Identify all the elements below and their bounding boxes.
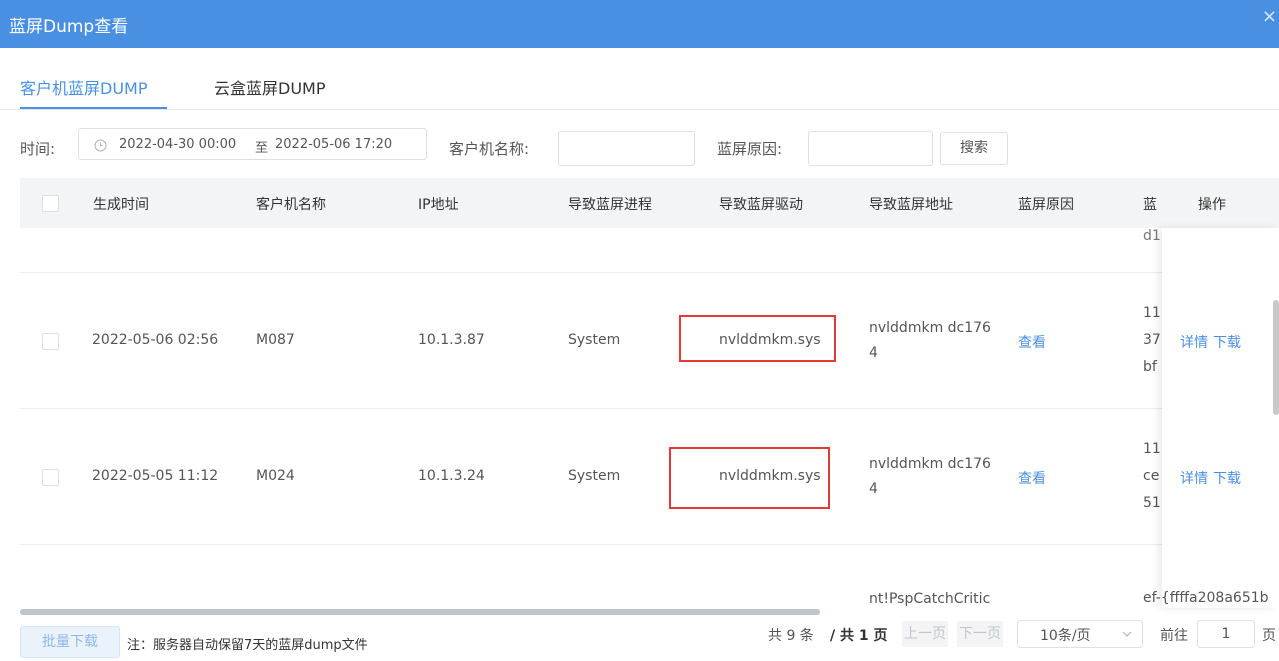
- cell-time: 2022-05-05 11:12: [92, 468, 219, 484]
- goto-page-input[interactable]: 1: [1197, 620, 1255, 648]
- reason-input[interactable]: [808, 131, 933, 166]
- col-client-name: 客户机名称: [256, 197, 326, 213]
- cell-client: M024: [256, 468, 295, 484]
- truncated-cell: d1: [1143, 228, 1161, 244]
- detail-link[interactable]: 详情: [1180, 332, 1208, 352]
- row-divider: [20, 272, 1162, 273]
- date-end: 2022-05-06 17:20: [275, 137, 393, 152]
- cell-time: 2022-05-06 02:56: [92, 332, 219, 348]
- cell-hash: ef-{ffffa208a651b: [1143, 590, 1269, 606]
- close-icon[interactable]: ×: [1262, 6, 1277, 27]
- date-range-picker[interactable]: 2022-04-30 00:00 至 2022-05-06 17:20: [78, 128, 427, 160]
- batch-download-button[interactable]: 批量下载: [20, 626, 120, 658]
- cell-truncated: ce: [1143, 468, 1160, 484]
- view-reason-link[interactable]: 查看: [1018, 332, 1046, 352]
- tab-client-dump[interactable]: 客户机蓝屏DUMP: [20, 75, 148, 99]
- cell-truncated: bf: [1143, 359, 1157, 375]
- cell-address: nvlddmkm dc176: [869, 456, 991, 472]
- cell-truncated: 37: [1143, 332, 1161, 348]
- fixed-actions-column: 详情 下载 详情 下载: [1162, 228, 1279, 608]
- cell-ip: 10.1.3.87: [418, 332, 485, 348]
- page-size-value: 10条/页: [1040, 628, 1091, 644]
- search-button[interactable]: 搜索: [940, 132, 1008, 165]
- time-label: 时间:: [20, 140, 56, 158]
- highlight-box: [679, 315, 836, 362]
- cell-address: nt!PspCatchCritic: [869, 591, 991, 607]
- title-bar: 蓝屏Dump查看 ×: [0, 0, 1279, 48]
- table-header: 生成时间 客户机名称 IP地址 导致蓝屏进程 导致蓝屏驱动 导致蓝屏地址 蓝屏原…: [20, 178, 1279, 228]
- tab-bar: 客户机蓝屏DUMP 云盒蓝屏DUMP: [0, 48, 1279, 110]
- cell-truncated: 51: [1143, 495, 1161, 511]
- cell-process: System: [568, 332, 621, 348]
- next-page-button[interactable]: 下一页: [957, 621, 1003, 647]
- total-count: 共 9 条: [768, 628, 814, 644]
- client-name-input[interactable]: [558, 131, 695, 166]
- view-reason-link[interactable]: 查看: [1018, 468, 1046, 488]
- tab-cloudbox-dump[interactable]: 云盒蓝屏DUMP: [214, 75, 326, 99]
- page-suffix: 页: [1262, 628, 1276, 644]
- col-reason: 蓝屏原因: [1018, 197, 1074, 213]
- cell-process: System: [568, 468, 621, 484]
- col-process: 导致蓝屏进程: [568, 197, 652, 213]
- col-address: 导致蓝屏地址: [869, 197, 953, 213]
- row-divider: [20, 408, 1162, 409]
- page-size-select[interactable]: 10条/页: [1017, 620, 1143, 648]
- row-checkbox[interactable]: [42, 333, 59, 350]
- prev-page-button[interactable]: 上一页: [902, 621, 948, 647]
- retention-note: 注：服务器自动保留7天的蓝屏dump文件: [127, 638, 368, 653]
- date-separator: 至: [255, 141, 269, 156]
- cell-client: M087: [256, 332, 295, 348]
- cell-address-line2: 4: [869, 481, 878, 497]
- date-start: 2022-04-30 00:00: [119, 137, 237, 152]
- col-driver: 导致蓝屏驱动: [719, 197, 803, 213]
- highlight-box: [669, 447, 830, 509]
- cell-ip: 10.1.3.24: [418, 468, 485, 484]
- col-truncated: 蓝: [1143, 197, 1157, 213]
- select-all-checkbox[interactable]: [42, 195, 59, 212]
- download-link[interactable]: 下载: [1213, 468, 1241, 488]
- cell-truncated: 11: [1143, 441, 1161, 457]
- col-actions: 操作: [1198, 197, 1226, 213]
- vertical-scrollbar[interactable]: [1273, 300, 1279, 415]
- detail-link[interactable]: 详情: [1180, 468, 1208, 488]
- reason-label: 蓝屏原因:: [717, 140, 783, 158]
- clock-icon: [94, 139, 107, 152]
- active-tab-indicator: [20, 107, 167, 109]
- total-pages: / 共 1 页: [830, 628, 888, 644]
- col-created-time: 生成时间: [93, 197, 149, 213]
- row-checkbox[interactable]: [42, 469, 59, 486]
- download-link[interactable]: 下载: [1213, 332, 1241, 352]
- chevron-down-icon: [1122, 631, 1132, 637]
- row-divider: [20, 544, 1162, 545]
- col-ip: IP地址: [418, 197, 459, 213]
- cell-address: nvlddmkm dc176: [869, 320, 991, 336]
- client-name-label: 客户机名称:: [449, 140, 530, 158]
- window-title: 蓝屏Dump查看: [9, 17, 129, 37]
- horizontal-scrollbar[interactable]: [20, 609, 820, 615]
- cell-truncated: 11: [1143, 305, 1161, 321]
- cell-address-line2: 4: [869, 345, 878, 361]
- goto-label: 前往: [1160, 628, 1188, 644]
